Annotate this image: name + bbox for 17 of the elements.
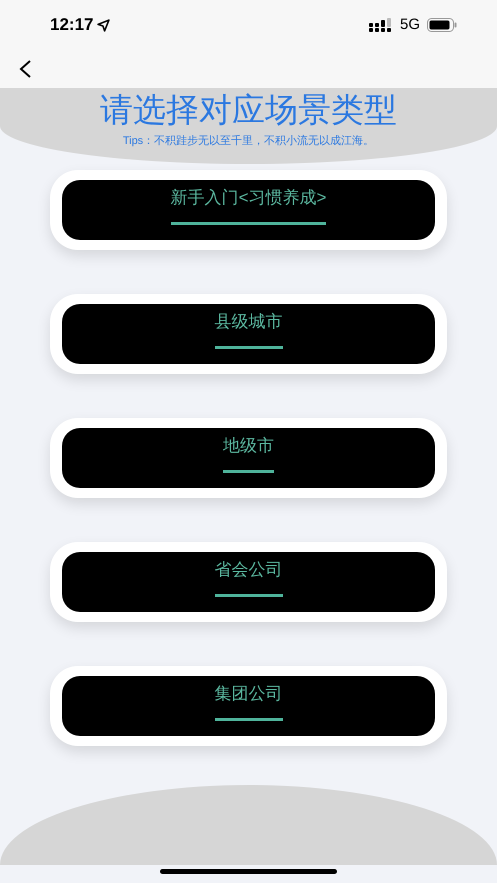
- page-title: 请选择对应场景类型: [100, 90, 397, 130]
- scene-button[interactable]: 省会公司: [62, 552, 435, 612]
- back-chevron-icon: [18, 59, 32, 79]
- scene-button[interactable]: 集团公司: [62, 676, 435, 736]
- signal-icon: [368, 18, 393, 32]
- tips-text: Tips：不积跬步无以至千里，不积小流无以成江海。: [122, 134, 374, 149]
- network-label: 5G: [400, 14, 420, 35]
- scene-button[interactable]: 新手入门<习惯养成>: [62, 180, 435, 240]
- underline-bar: [214, 718, 282, 721]
- status-time: 12:17: [50, 14, 94, 36]
- underline-bar: [223, 470, 274, 473]
- underline-bar: [214, 594, 282, 597]
- location-arrow-icon: [97, 18, 110, 32]
- scene-button[interactable]: 县级城市: [62, 304, 435, 364]
- scene-button[interactable]: 地级市: [62, 428, 435, 488]
- underline-bar: [214, 346, 282, 349]
- battery-icon: [427, 18, 457, 32]
